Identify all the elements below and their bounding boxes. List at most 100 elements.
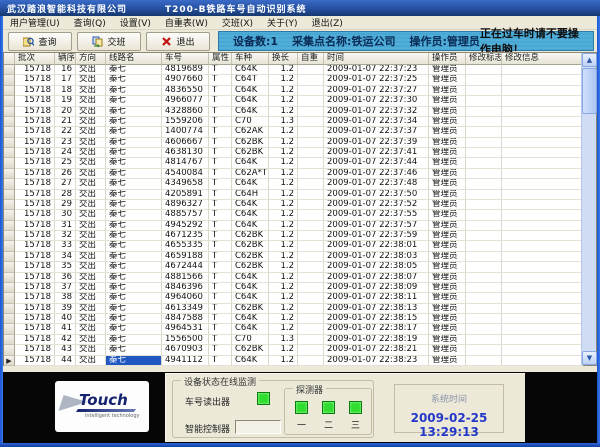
cell-辆序[interactable]: 28 [55, 190, 76, 200]
menu-item-0[interactable]: 用户管理(U) [3, 16, 67, 29]
cell-车种[interactable]: C64K [232, 283, 269, 293]
cell-修改标志[interactable] [466, 293, 502, 303]
cell-自重[interactable] [298, 210, 324, 220]
cell-修改标志[interactable] [466, 65, 502, 75]
cell-属性[interactable]: T [209, 86, 232, 96]
cell-属性[interactable]: T [209, 190, 232, 200]
cell-线路名[interactable]: 秦七 [106, 324, 162, 334]
cell-操作员[interactable]: 管理员 [429, 273, 466, 283]
cell-修改标志[interactable] [466, 107, 502, 117]
cell-操作员[interactable]: 管理员 [429, 86, 466, 96]
cell-换长[interactable]: 1.2 [269, 75, 298, 85]
cell-修改标志[interactable] [466, 221, 502, 231]
cell-车号[interactable]: 4205891 [162, 190, 209, 200]
cell-自重[interactable] [298, 127, 324, 137]
cell-车种[interactable]: C62BK [232, 262, 269, 272]
cell-辆序[interactable]: 18 [55, 86, 76, 96]
cell-批次[interactable]: 15718 [15, 138, 55, 148]
cell-修改标志[interactable] [466, 158, 502, 168]
cell-批次[interactable]: 15718 [15, 356, 55, 366]
cell-方向[interactable]: 交出 [76, 221, 106, 231]
cell-车种[interactable]: C64K [232, 200, 269, 210]
cell-属性[interactable]: T [209, 324, 232, 334]
cell-线路名[interactable]: 秦七 [106, 345, 162, 355]
cell-时间[interactable]: 2009-01-07 22:38:15 [324, 314, 429, 324]
cell-属性[interactable]: T [209, 117, 232, 127]
cell-方向[interactable]: 交出 [76, 190, 106, 200]
cell-批次[interactable]: 15718 [15, 345, 55, 355]
cell-修改标志[interactable] [466, 252, 502, 262]
cell-自重[interactable] [298, 293, 324, 303]
cell-方向[interactable]: 交出 [76, 169, 106, 179]
cell-自重[interactable] [298, 65, 324, 75]
cell-修改信息[interactable] [502, 200, 583, 210]
cell-线路名[interactable]: 秦七 [106, 273, 162, 283]
cell-辆序[interactable]: 23 [55, 138, 76, 148]
cell-属性[interactable]: T [209, 138, 232, 148]
cell-修改标志[interactable] [466, 231, 502, 241]
cell-时间[interactable]: 2009-01-07 22:37:41 [324, 148, 429, 158]
cell-方向[interactable]: 交出 [76, 356, 106, 366]
cell-操作员[interactable]: 管理员 [429, 221, 466, 231]
cell-修改信息[interactable] [502, 262, 583, 272]
cell-修改标志[interactable] [466, 86, 502, 96]
cell-修改信息[interactable] [502, 148, 583, 158]
shift-change-button[interactable]: 交班 [77, 32, 141, 51]
cell-修改标志[interactable] [466, 273, 502, 283]
cell-方向[interactable]: 交出 [76, 86, 106, 96]
cell-批次[interactable]: 15718 [15, 324, 55, 334]
cell-批次[interactable]: 15718 [15, 179, 55, 189]
cell-车号[interactable]: 4638130 [162, 148, 209, 158]
column-header-7[interactable]: 换长 [269, 53, 298, 65]
cell-批次[interactable]: 15718 [15, 231, 55, 241]
cell-车号[interactable]: 4941112 [162, 356, 209, 366]
cell-属性[interactable]: T [209, 345, 232, 355]
cell-修改信息[interactable] [502, 356, 583, 366]
cell-换长[interactable]: 1.2 [269, 293, 298, 303]
cell-自重[interactable] [298, 179, 324, 189]
cell-时间[interactable]: 2009-01-07 22:38:01 [324, 241, 429, 251]
cell-属性[interactable]: T [209, 293, 232, 303]
column-header-4[interactable]: 车号 [162, 53, 209, 65]
cell-辆序[interactable]: 32 [55, 231, 76, 241]
cell-自重[interactable] [298, 138, 324, 148]
cell-车号[interactable]: 1556500 [162, 335, 209, 345]
cell-操作员[interactable]: 管理员 [429, 231, 466, 241]
cell-修改标志[interactable] [466, 304, 502, 314]
cell-批次[interactable]: 15718 [15, 117, 55, 127]
cell-时间[interactable]: 2009-01-07 22:37:23 [324, 65, 429, 75]
cell-换长[interactable]: 1.2 [269, 169, 298, 179]
cell-自重[interactable] [298, 324, 324, 334]
cell-换长[interactable]: 1.3 [269, 335, 298, 345]
cell-属性[interactable]: T [209, 356, 232, 366]
cell-时间[interactable]: 2009-01-07 22:37:59 [324, 231, 429, 241]
cell-车号[interactable]: 4945292 [162, 221, 209, 231]
cell-辆序[interactable]: 19 [55, 96, 76, 106]
scroll-up-button[interactable]: ▲ [582, 53, 597, 67]
cell-属性[interactable]: T [209, 304, 232, 314]
cell-批次[interactable]: 15718 [15, 252, 55, 262]
cell-时间[interactable]: 2009-01-07 22:37:32 [324, 107, 429, 117]
cell-方向[interactable]: 交出 [76, 262, 106, 272]
column-header-3[interactable]: 线路名 [106, 53, 162, 65]
cell-时间[interactable]: 2009-01-07 22:37:37 [324, 127, 429, 137]
cell-自重[interactable] [298, 221, 324, 231]
cell-批次[interactable]: 15718 [15, 107, 55, 117]
scroll-down-button[interactable]: ▼ [582, 351, 597, 365]
cell-线路名[interactable]: 秦七 [106, 148, 162, 158]
cell-修改信息[interactable] [502, 283, 583, 293]
cell-线路名[interactable]: 秦七 [106, 304, 162, 314]
cell-辆序[interactable]: 16 [55, 65, 76, 75]
cell-操作员[interactable]: 管理员 [429, 324, 466, 334]
cell-方向[interactable]: 交出 [76, 200, 106, 210]
cell-线路名[interactable]: 秦七 [106, 138, 162, 148]
cell-方向[interactable]: 交出 [76, 117, 106, 127]
cell-车号[interactable]: 4964531 [162, 324, 209, 334]
cell-自重[interactable] [298, 200, 324, 210]
cell-车种[interactable]: C64K [232, 179, 269, 189]
query-button[interactable]: 查询 [8, 32, 72, 51]
cell-时间[interactable]: 2009-01-07 22:38:09 [324, 283, 429, 293]
cell-车种[interactable]: C62BK [232, 231, 269, 241]
cell-属性[interactable]: T [209, 252, 232, 262]
cell-属性[interactable]: T [209, 127, 232, 137]
